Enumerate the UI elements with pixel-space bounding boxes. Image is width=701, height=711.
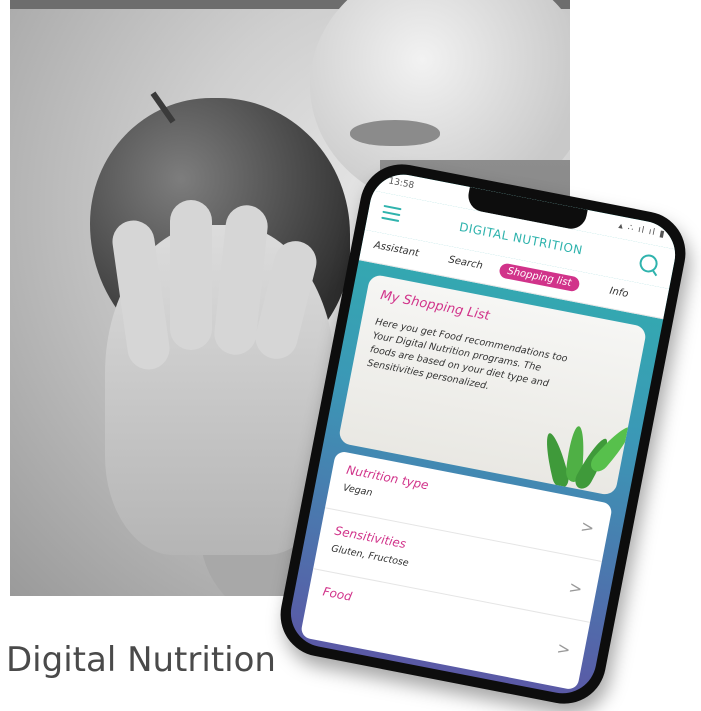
search-icon[interactable]: [638, 252, 660, 275]
hamburger-menu-icon[interactable]: [381, 204, 402, 223]
tab-assistant[interactable]: Assistant: [373, 240, 420, 259]
finger-shape: [170, 200, 212, 350]
card-description: Here you get Food recommendations too Yo…: [366, 316, 569, 393]
chevron-right-icon: >: [567, 577, 585, 599]
chevron-right-icon: >: [555, 638, 573, 660]
tab-info[interactable]: Info: [609, 286, 630, 300]
lips-shape: [350, 120, 440, 146]
status-time: 13:58: [387, 176, 415, 192]
list-item-label: Food: [321, 584, 354, 604]
tab-search[interactable]: Search: [448, 254, 484, 271]
list-item-value: Vegan: [342, 482, 374, 499]
status-icons: ▴ ∴ ıl ıl ▮: [617, 221, 667, 241]
caption-title: Digital Nutrition: [6, 640, 276, 680]
chevron-right-icon: >: [579, 516, 596, 538]
